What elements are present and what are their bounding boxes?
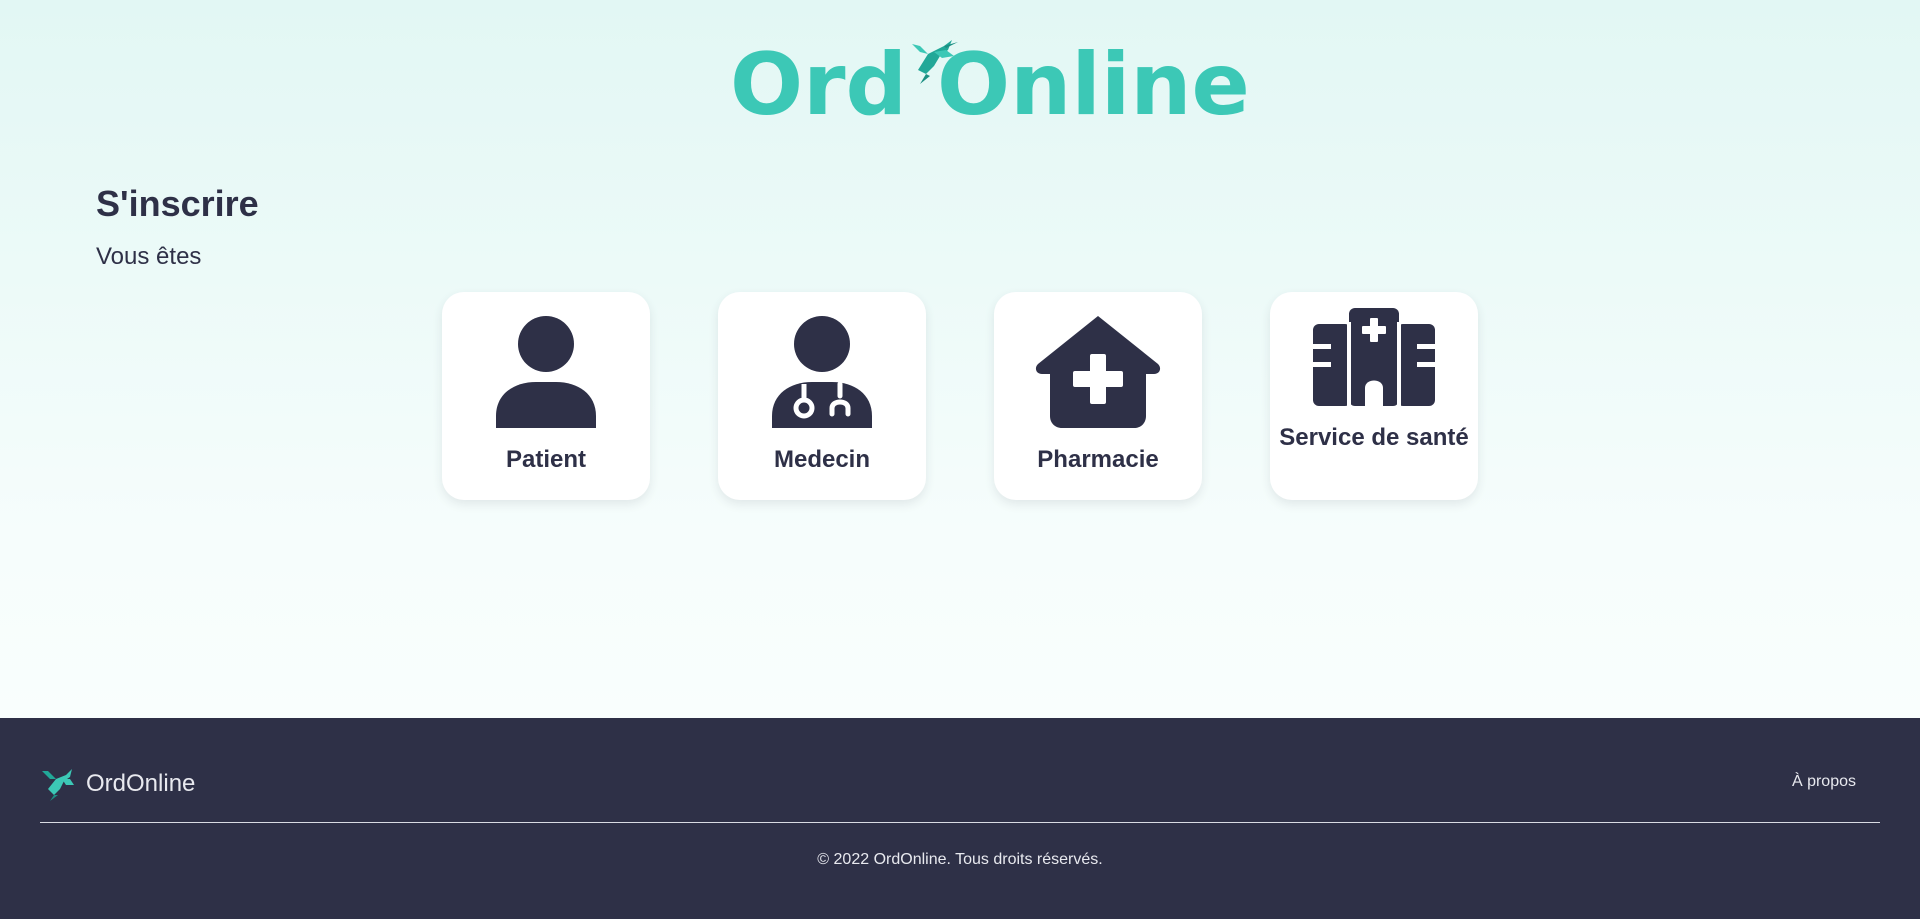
about-link[interactable]: À propos <box>1792 773 1856 791</box>
brand-logo: Ord Online <box>730 30 1250 140</box>
role-label: Patient <box>505 446 586 473</box>
logo-wordmark: Ord Online <box>730 35 1250 135</box>
footer-brand[interactable]: OrdOnline <box>40 766 195 802</box>
footer-brand-name: OrdOnline <box>86 770 196 797</box>
copyright-text: © 2022 OrdOnline. Tous droits réservés. <box>817 851 1103 868</box>
page-title: S'inscrire <box>96 183 259 224</box>
role-label: Service de santé <box>1279 424 1469 451</box>
person-icon <box>496 316 596 428</box>
hummingbird-icon <box>42 769 74 801</box>
main-content: Ord Online S'inscrire Vous êtes Patient <box>0 0 1920 718</box>
hummingbird-icon <box>912 40 958 84</box>
role-card-service-sante[interactable]: Service de santé <box>1270 292 1478 500</box>
page-subtitle: Vous êtes <box>96 243 202 270</box>
role-cards: Patient Medecin Pharmacie Service de san… <box>442 292 1479 500</box>
role-label: Medecin <box>773 446 871 473</box>
role-card-pharmacie[interactable]: Pharmacie <box>994 292 1202 500</box>
role-card-patient[interactable]: Patient <box>442 292 650 500</box>
role-card-medecin[interactable]: Medecin <box>718 292 926 500</box>
doctor-icon <box>772 316 872 428</box>
footer-divider <box>40 822 1880 823</box>
pharmacy-icon <box>1035 316 1161 428</box>
role-label: Pharmacie <box>1037 446 1159 473</box>
hospital-icon <box>1313 308 1435 406</box>
footer: OrdOnline À propos © 2022 OrdOnline. Tou… <box>0 718 1920 919</box>
